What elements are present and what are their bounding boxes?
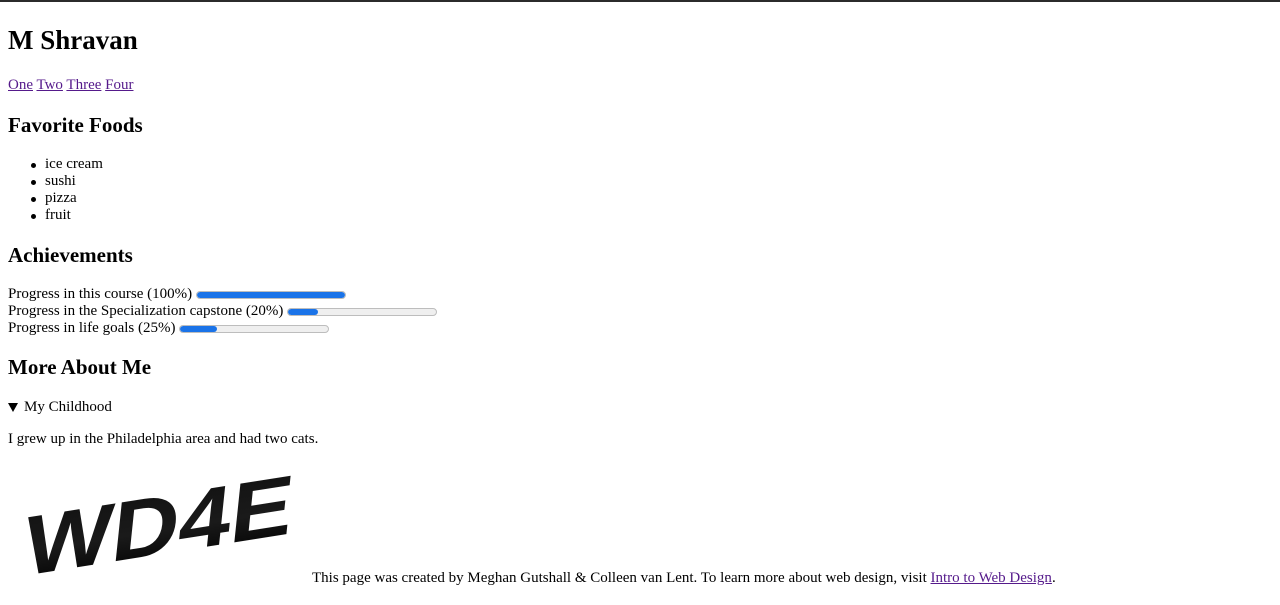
progress-bar-life-goals <box>179 324 330 333</box>
favorite-foods-heading: Favorite Foods <box>8 113 143 137</box>
progress-label: Progress in life goals (25%) <box>8 320 176 336</box>
progress-bar-capstone <box>287 307 438 316</box>
achievements-heading: Achievements <box>8 243 133 267</box>
details-summary-label: My Childhood <box>24 399 112 415</box>
top-border <box>0 0 1280 2</box>
more-about-me-heading: More About Me <box>8 355 152 379</box>
favorite-foods-list: ice cream sushi pizza fruit <box>8 156 103 224</box>
footer: This page was created by Meghan Gutshall… <box>312 569 1056 587</box>
nav-link-one[interactable]: One <box>8 77 33 93</box>
progress-fill <box>197 291 346 298</box>
list-item: fruit <box>31 207 103 224</box>
progress-fill <box>288 308 318 315</box>
progress-label: Progress in the Specialization capstone … <box>8 303 284 319</box>
nav-link-three[interactable]: Three <box>66 77 101 93</box>
disclosure-triangle-icon <box>8 402 18 412</box>
progress-fill <box>180 325 218 332</box>
footer-period: . <box>1051 570 1056 586</box>
progress-bar-course <box>196 290 347 299</box>
details-body-text: I grew up in the Philadelphia area and h… <box>8 431 319 447</box>
progress-row-course: Progress in this course (100%) <box>8 286 437 303</box>
intro-to-web-design-link[interactable]: Intro to Web Design <box>931 570 1052 586</box>
footer-text: This page was created by Meghan Gutshall… <box>312 570 931 586</box>
details-summary-childhood[interactable]: My Childhood <box>8 398 112 416</box>
progress-row-life-goals: Progress in life goals (25%) <box>8 320 437 337</box>
nav-link-two[interactable]: Two <box>36 77 62 93</box>
page-title: M Shravan <box>8 25 138 55</box>
list-item: sushi <box>31 173 103 190</box>
wd4e-logo: WD4E <box>20 466 298 584</box>
list-item: ice cream <box>31 156 103 172</box>
nav-links: One Two Three Four <box>8 76 134 94</box>
logo-text: WD4E <box>20 466 298 584</box>
nav-link-four[interactable]: Four <box>105 77 133 93</box>
progress-row-capstone: Progress in the Specialization capstone … <box>8 303 438 320</box>
progress-label: Progress in this course (100%) <box>8 286 193 302</box>
list-item: pizza <box>31 190 103 207</box>
achievements-progress: Progress in this course (100%) Progress … <box>8 286 438 337</box>
